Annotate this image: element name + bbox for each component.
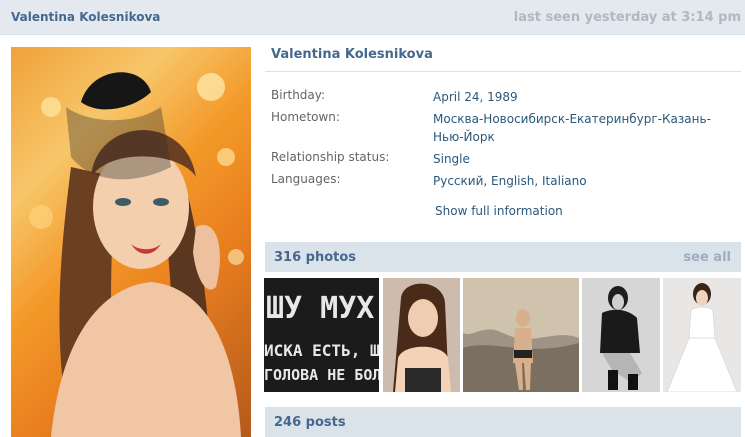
see-all-photos-link[interactable]: see all [683,250,731,265]
languages-value: Русский, English, Italiano [433,174,587,188]
info-row-relationship: Relationship status: Single [271,148,741,170]
hometown-label: Hometown: [271,110,340,124]
photo-thumbnail-3[interactable] [463,278,579,392]
photo-thumbnail-1[interactable]: ШУ МУХ ИСКА ЕСТЬ, ШУБ ГОЛОВА НЕ БОЛ [264,278,379,392]
photos-section-header[interactable]: 316 photos see all [265,242,741,272]
profile-avatar[interactable] [11,47,251,437]
profile-info: Birthday: April 24, 1989 Hometown: Москв… [271,86,741,192]
language-link-russian[interactable]: Русский [433,174,483,188]
info-row-hometown: Hometown: Москва-Новосибирск-Екатеринбур… [271,108,741,148]
thumb-text-line-3: ГОЛОВА НЕ БОЛ [264,366,379,384]
photos-count-title[interactable]: 316 photos [274,250,356,265]
thumb-text-line-2: ИСКА ЕСТЬ, ШУБ [264,341,379,360]
relationship-value[interactable]: Single [433,150,723,168]
language-link-english[interactable]: English [491,174,534,188]
profile-divider [265,71,741,72]
relationship-label: Relationship status: [271,150,390,164]
birthday-value[interactable]: April 24, 1989 [433,88,723,106]
photo-thumbnails: ШУ МУХ ИСКА ЕСТЬ, ШУБ ГОЛОВА НЕ БОЛ [264,278,742,392]
photo-thumbnail-2[interactable] [383,278,460,392]
header-user-name[interactable]: Valentina Kolesnikova [11,10,160,24]
thumb-text-line-1: ШУ МУХ [266,291,374,326]
thumbnail-text-image: ШУ МУХ ИСКА ЕСТЬ, ШУБ ГОЛОВА НЕ БОЛ [264,278,379,392]
posts-section-header[interactable]: 246 posts [265,407,741,437]
profile-name: Valentina Kolesnikova [271,47,433,62]
info-row-languages: Languages: Русский, English, Italiano [271,170,741,192]
top-header-bar: Valentina Kolesnikova last seen yesterda… [0,0,745,35]
posts-count-title[interactable]: 246 posts [274,415,346,430]
photo-thumbnail-5[interactable] [663,278,741,392]
languages-label: Languages: [271,172,341,186]
photo-thumbnail-4[interactable] [582,278,660,392]
info-row-birthday: Birthday: April 24, 1989 [271,86,741,108]
hometown-value[interactable]: Москва-Новосибирск-Екатеринбург-Казань-Н… [433,110,723,146]
language-link-italiano[interactable]: Italiano [542,174,587,188]
show-full-information-link[interactable]: Show full information [435,204,563,218]
last-seen-status: last seen yesterday at 3:14 pm [513,10,741,25]
avatar-photo [29,72,244,437]
birthday-label: Birthday: [271,88,326,102]
